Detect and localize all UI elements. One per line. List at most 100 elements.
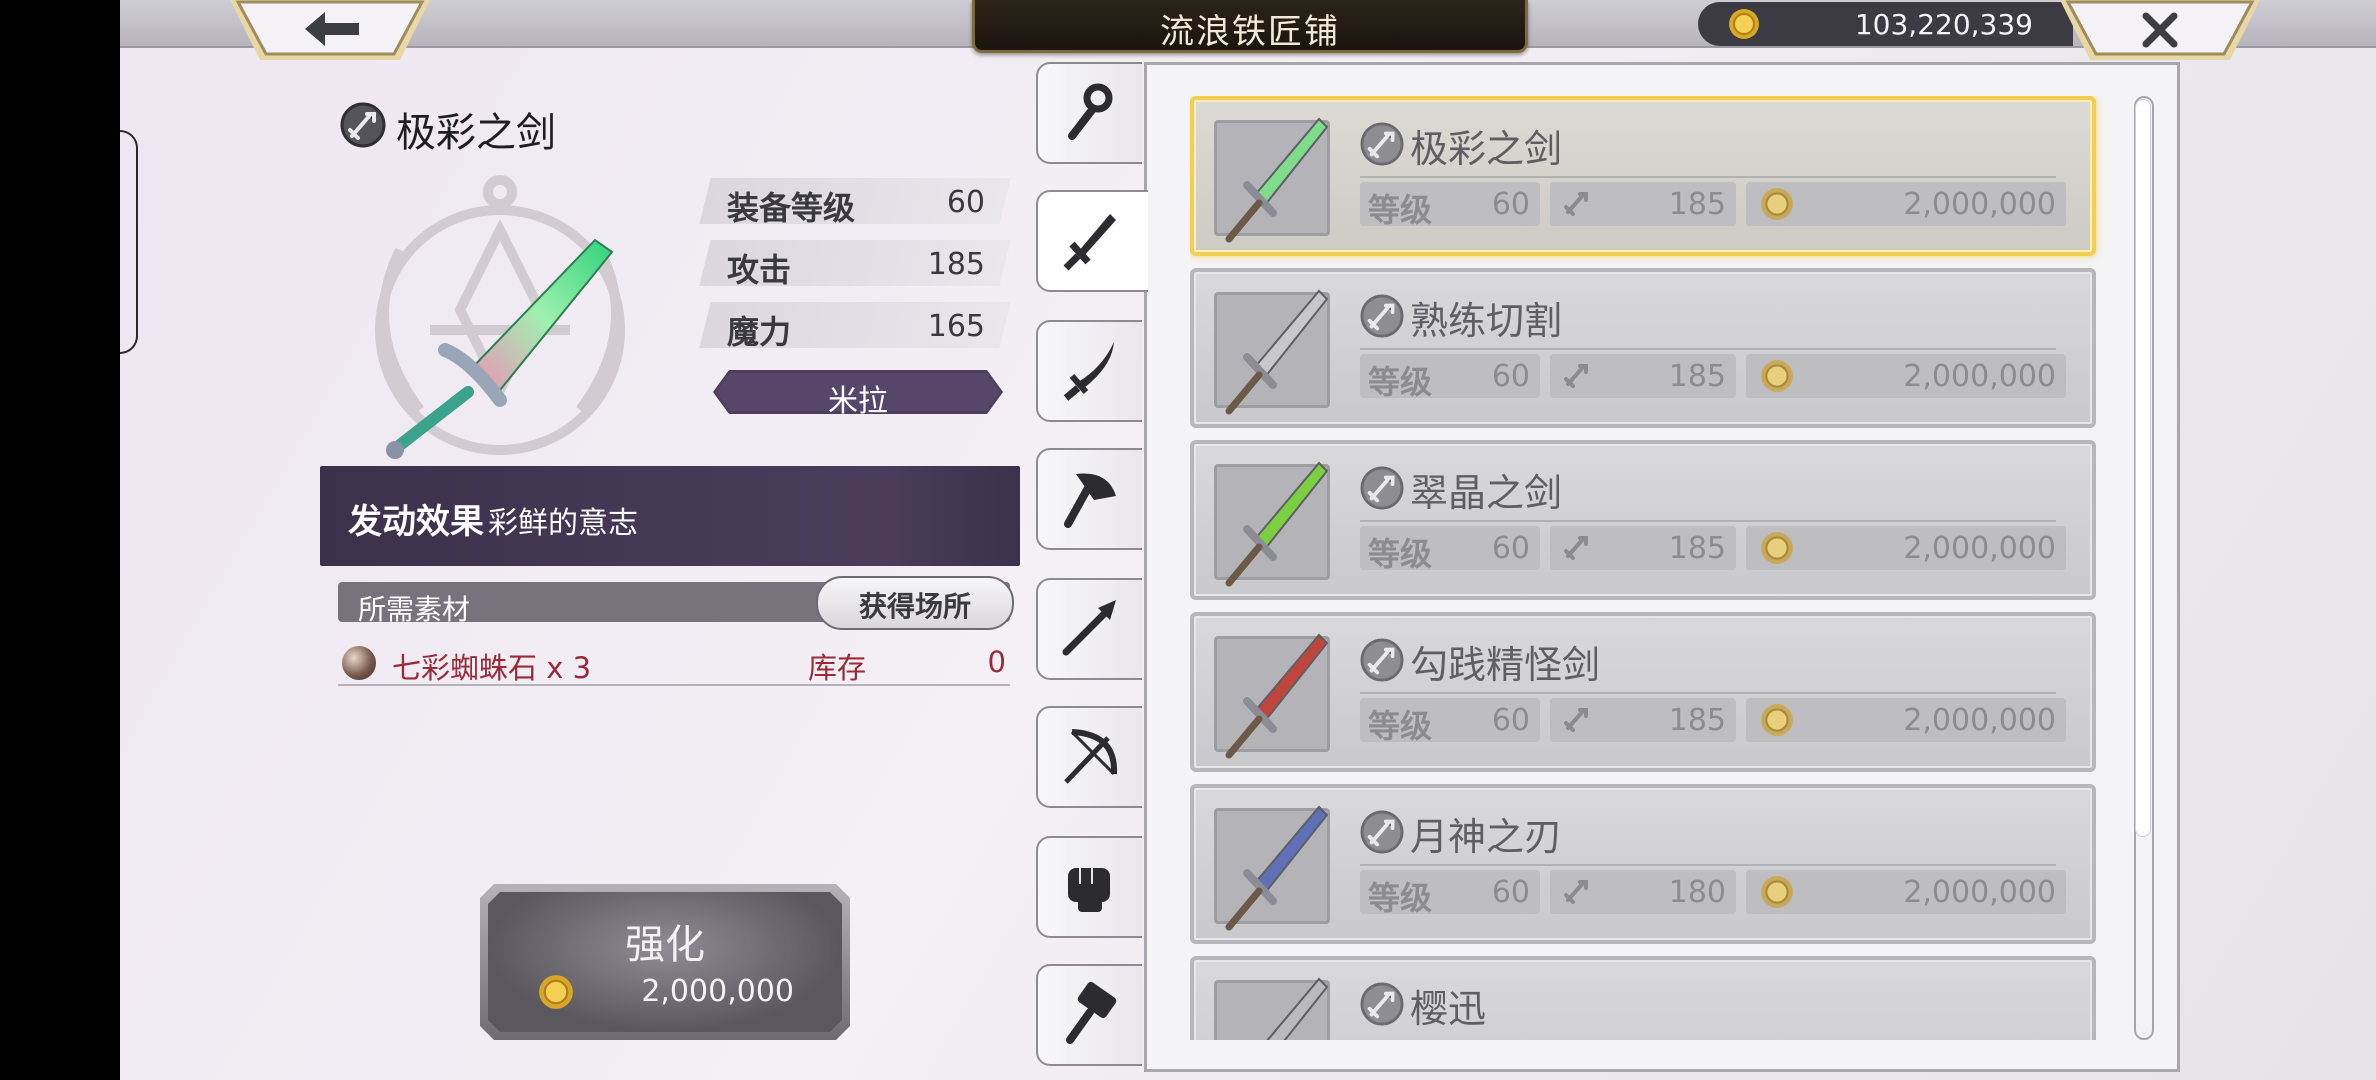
level-label: 等级 [1368,707,1433,745]
level-value: 60 [1491,703,1530,738]
close-button[interactable] [2060,0,2260,60]
effect-value: 彩鲜的意志 [488,506,638,541]
detail-sword-image [386,238,614,459]
sword-type-badge-icon [1360,810,1404,854]
level-value: 60 [1491,875,1530,910]
item-card[interactable]: 翠晶之剑 等级 60 185 2,000,000 [1190,440,2096,600]
price-value: 2,000,000 [1903,875,2056,910]
enhance-cost: 2,000,000 [641,974,794,1009]
source-button-label: 获得场所 [858,590,971,623]
back-arrow-icon [305,12,359,46]
attack-value: 185 [1668,703,1726,738]
item-thumbnail [1214,633,1330,759]
attack-sword-icon [1564,364,1588,388]
item-card[interactable]: 月神之刃 等级 60 180 2,000,000 [1190,784,2096,944]
item-thumbnail [1214,289,1330,415]
attack-value: 185 [1668,187,1726,222]
currency-display: 103,220,339 [1698,2,2073,46]
spear-icon [1062,600,1116,656]
material-name: 七彩蜘蛛石 x 3 [392,651,592,685]
tab-axe[interactable] [1036,448,1142,550]
currency-amount: 103,220,339 [1854,8,2033,41]
tab-bow[interactable] [1036,706,1142,808]
owner-tag: 米拉 [713,370,1003,419]
level-label: 等级 [1368,535,1433,573]
close-x-icon [2142,12,2178,48]
item-price-box: 2,000,000 [1746,182,2066,226]
item-name: 极彩之剑 [1410,127,1563,171]
item-divider [1360,520,2056,522]
gold-coin-icon [1761,188,1793,220]
item-card[interactable]: 樱迅 [1190,956,2096,1040]
enhance-label: 强化 [625,922,705,968]
sword-type-badge-icon [1360,122,1404,166]
attack-value: 185 [1668,531,1726,566]
tab-katana[interactable] [1036,320,1142,422]
stat-value: 60 [946,185,985,220]
item-name: 勾践精怪剑 [1410,643,1601,687]
item-thumbnail [1214,805,1330,931]
stat-label: 攻击 [727,251,792,289]
item-divider [1360,692,2056,694]
stat-row-attack: 攻击 185 [699,240,1011,289]
level-value: 60 [1491,359,1530,394]
back-button[interactable] [230,0,430,60]
item-attack-box: 180 [1550,870,1736,914]
attack-value: 185 [1668,359,1726,394]
item-level-box: 等级 60 [1360,526,1540,573]
item-attack-box: 185 [1550,526,1736,570]
item-level-box: 等级 60 [1360,870,1540,917]
item-card[interactable]: 勾践精怪剑 等级 60 185 2,000,000 [1190,612,2096,772]
tab-staff[interactable] [1036,62,1142,164]
gold-coin-icon [1761,360,1793,392]
sword-thumbnail-icon [1266,977,1329,1040]
level-label: 等级 [1368,879,1433,917]
item-card[interactable]: 极彩之剑 等级 60 185 2,000,000 [1190,96,2096,256]
sword-type-badge-icon [1360,638,1404,682]
item-thumbnail [1214,461,1330,587]
effect-bar: 发动效果 彩鲜的意志 [320,466,1020,566]
item-attack-box: 185 [1550,698,1736,742]
level-label: 等级 [1368,363,1433,401]
item-price-box: 2,000,000 [1746,870,2066,914]
sword-thumbnail-icon [1225,117,1329,243]
sword-icon [1063,214,1116,271]
sword-type-badge-icon [1360,982,1404,1026]
shop-title-plate: 流浪铁匠铺 [972,0,1528,53]
material-row[interactable]: 七彩蜘蛛石 x 3 库存 0 [338,640,1010,686]
item-list[interactable]: 极彩之剑 等级 60 185 2,000,000 熟练切割 等级 60 185 2,000,000… [1190,96,2110,1040]
attack-sword-icon [1564,708,1588,732]
game-screen: 流浪铁匠铺 103,220,339 极彩之剑 装备等级 60 攻击 185 魔力… [120,0,2376,1080]
enhance-button[interactable]: 强化 2,000,000 [480,884,850,1040]
stat-label: 魔力 [727,313,792,351]
level-value: 60 [1491,187,1530,222]
tab-hammer[interactable] [1036,964,1142,1066]
fist-icon [1068,868,1110,912]
item-divider [1360,348,2056,350]
gold-coin-icon [1761,876,1793,908]
screen-notch [120,130,138,354]
stock-label: 库存 [808,651,867,685]
sword-thumbnail-icon [1225,633,1329,759]
spider-stone-icon [342,646,376,680]
item-price-box: 2,000,000 [1746,354,2066,398]
tab-sword[interactable] [1036,190,1148,292]
hammer-icon [1066,982,1117,1044]
gold-coin-icon [539,975,573,1009]
item-price-box: 2,000,000 [1746,526,2066,570]
stock-count: 0 [987,645,1006,679]
stat-value: 185 [927,247,985,282]
gold-coin-icon [1761,532,1793,564]
katana-icon [1063,342,1114,401]
item-level-box: 等级 60 [1360,354,1540,401]
shop-title: 流浪铁匠铺 [1160,12,1340,52]
tab-spear[interactable] [1036,578,1142,680]
item-card[interactable]: 熟练切割 等级 60 185 2,000,000 [1190,268,2096,428]
item-thumbnail [1214,117,1330,243]
source-location-button[interactable]: 获得场所 [816,576,1014,630]
tab-fist[interactable] [1036,836,1142,938]
effect-label: 发动效果 [348,502,484,542]
item-divider [1360,176,2056,178]
list-scroll-thumb[interactable] [2136,100,2150,836]
stat-row-equip-level: 装备等级 60 [699,178,1011,227]
